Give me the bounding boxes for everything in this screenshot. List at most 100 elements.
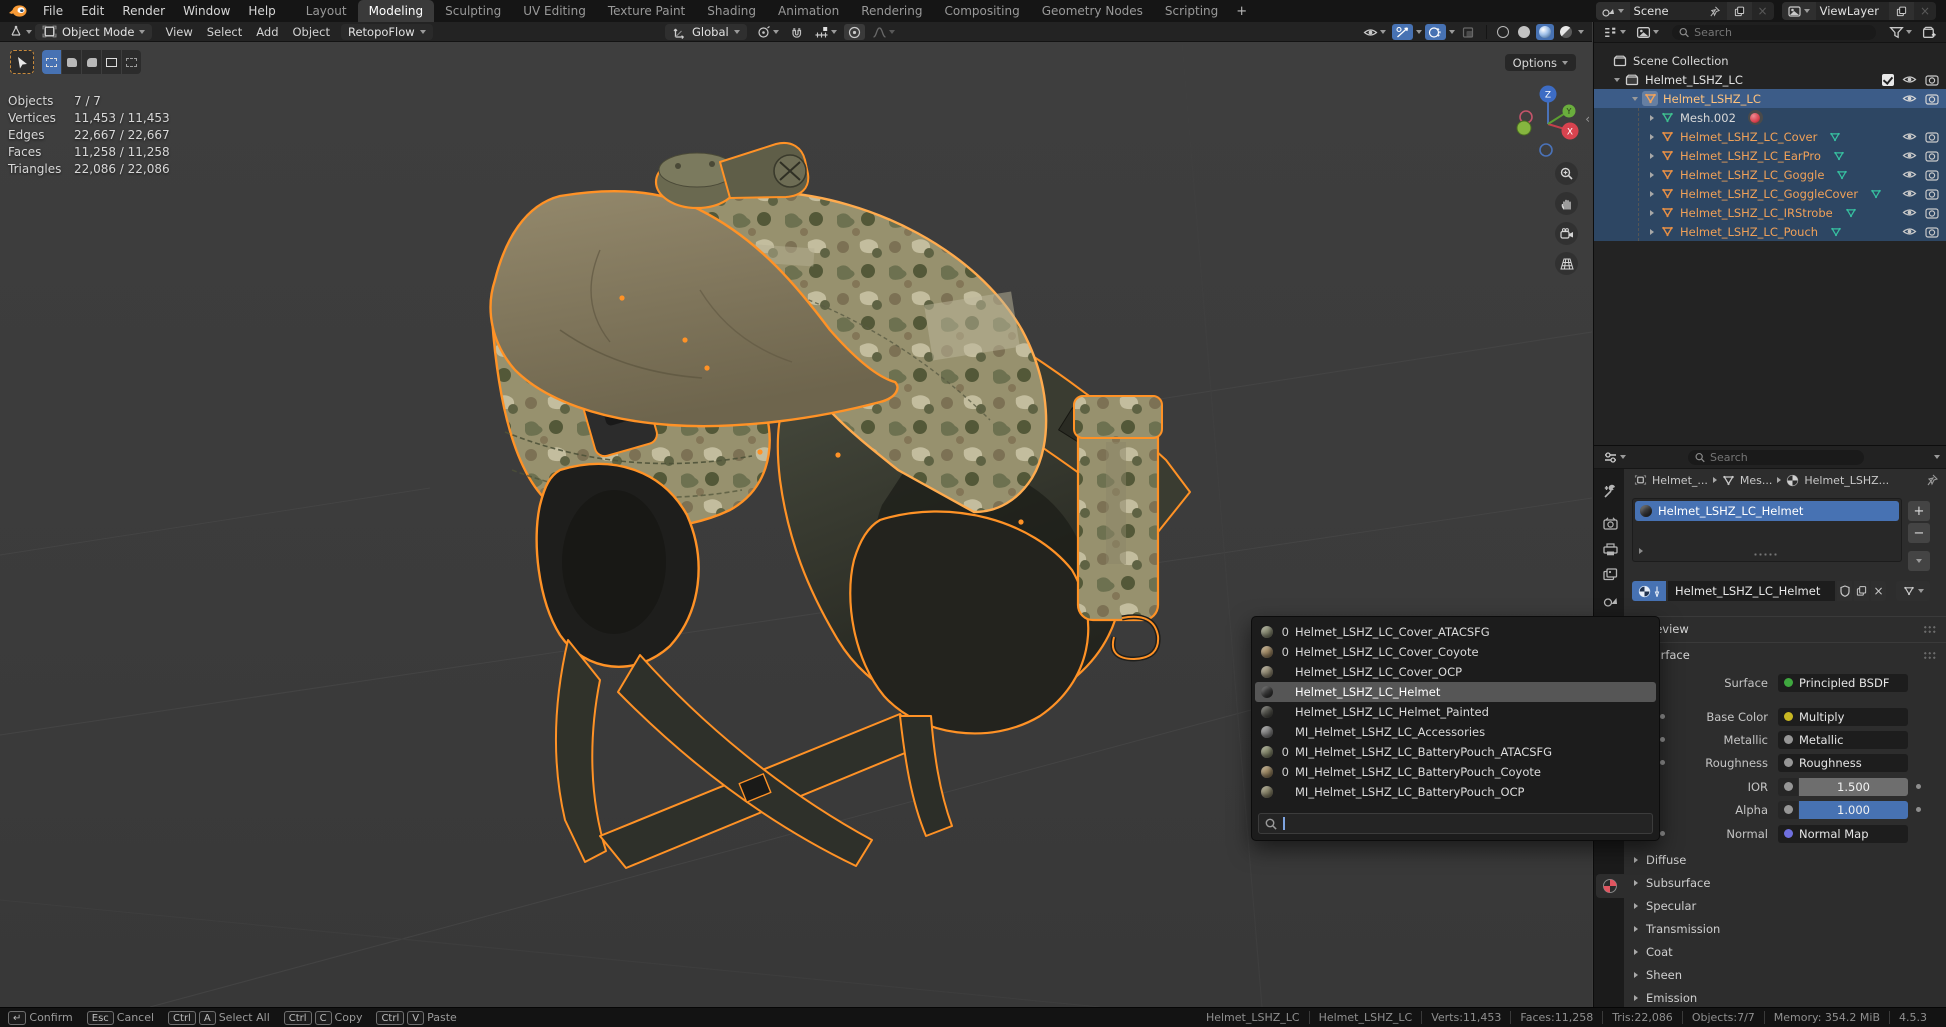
camera-visibility-icon[interactable]	[1925, 188, 1939, 200]
zoom-button[interactable]	[1555, 162, 1578, 185]
scene-browse-button[interactable]	[1596, 2, 1630, 20]
select-mode-extend-button[interactable]	[62, 50, 81, 74]
camera-visibility-icon[interactable]	[1925, 169, 1939, 181]
collapsed-chevron-icon[interactable]	[1650, 172, 1654, 178]
outliner-row-scene-collection[interactable]: Scene Collection	[1594, 51, 1946, 70]
outliner-item-label[interactable]: Helmet_LSHZ_LC_Cover	[1680, 130, 1817, 144]
breadcrumb-mesh[interactable]: Mes...	[1740, 474, 1772, 487]
tab-geometry-nodes[interactable]: Geometry Nodes	[1031, 0, 1154, 22]
menu-window[interactable]: Window	[174, 0, 239, 22]
viewlayer-browse-button[interactable]	[1782, 2, 1816, 20]
hide-eye-icon[interactable]	[1902, 131, 1917, 142]
camera-view-button[interactable]	[1555, 222, 1578, 245]
properties-search-input[interactable]	[1710, 451, 1857, 464]
camera-visibility-icon[interactable]	[1925, 93, 1939, 105]
shading-rendered-button[interactable]	[1557, 24, 1575, 40]
normal-field[interactable]: Normal Map	[1778, 825, 1908, 843]
new-collection-button[interactable]	[1919, 24, 1940, 40]
breadcrumb-material[interactable]: Helmet_LSHZ...	[1804, 474, 1889, 487]
collapsed-chevron-icon[interactable]	[1650, 115, 1654, 121]
outliner-search-input[interactable]	[1694, 26, 1869, 39]
menu-object[interactable]: Object	[286, 25, 337, 39]
pan-button[interactable]	[1555, 192, 1578, 215]
tab-scene[interactable]	[1596, 588, 1624, 612]
snap-toggle[interactable]	[786, 24, 807, 40]
outliner-item-label[interactable]: Helmet_LSHZ_LC	[1663, 92, 1761, 106]
collapsed-chevron-icon[interactable]	[1650, 134, 1654, 140]
tab-shading[interactable]: Shading	[696, 0, 767, 22]
tab-uv-editing[interactable]: UV Editing	[512, 0, 597, 22]
select-mode-intersect-button[interactable]	[122, 50, 141, 74]
section-diffuse[interactable]: Diffuse	[1634, 850, 1686, 869]
popup-item[interactable]: 0MI_Helmet_LSHZ_LC_BatteryPouch_Coyote	[1255, 762, 1656, 782]
collection-checkbox[interactable]	[1882, 74, 1894, 86]
camera-visibility-icon[interactable]	[1925, 226, 1939, 238]
collapsed-chevron-icon[interactable]	[1650, 191, 1654, 197]
material-link-dropdown[interactable]	[1896, 581, 1930, 601]
scene-copy-button[interactable]	[1727, 2, 1752, 20]
menu-render[interactable]: Render	[113, 0, 174, 22]
outliner-item-label[interactable]: Helmet_LSHZ_LC_GoggleCover	[1680, 187, 1858, 201]
unlink-material-button[interactable]: ×	[1871, 581, 1886, 601]
gizmos-toggle[interactable]	[1392, 24, 1413, 40]
remove-slot-button[interactable]: −	[1908, 523, 1930, 543]
expand-chevron-icon[interactable]	[1632, 97, 1638, 101]
section-coat[interactable]: Coat	[1634, 942, 1673, 961]
camera-visibility-icon[interactable]	[1925, 207, 1939, 219]
material-slot-list[interactable]: Helmet_LSHZ_LC_Helmet	[1632, 498, 1902, 562]
tab-view-layer[interactable]	[1596, 562, 1624, 586]
outliner-item-label[interactable]: Mesh.002	[1680, 111, 1736, 125]
decorator-dot[interactable]	[1916, 807, 1921, 812]
tab-output[interactable]	[1596, 537, 1624, 561]
roughness-field[interactable]: Roughness	[1778, 754, 1908, 772]
menu-help[interactable]: Help	[239, 0, 284, 22]
tab-layout[interactable]: Layout	[295, 0, 358, 22]
mode-dropdown[interactable]: Object Mode	[35, 24, 152, 40]
hide-eye-icon[interactable]	[1902, 169, 1917, 180]
section-transmission[interactable]: Transmission	[1634, 919, 1720, 938]
pivot-point-dropdown[interactable]	[753, 24, 782, 40]
popup-item[interactable]: 0MI_Helmet_LSHZ_LC_BatteryPouch_ATACSFG	[1255, 742, 1656, 762]
shading-material-button[interactable]	[1536, 24, 1554, 40]
proportional-editing-toggle[interactable]	[844, 24, 865, 40]
outliner-row-goggle[interactable]: Helmet_LSHZ_LC_Goggle	[1594, 165, 1946, 184]
expand-chevron-icon[interactable]	[1614, 78, 1620, 82]
popup-item[interactable]: Helmet_LSHZ_LC_Helmet_Painted	[1255, 702, 1656, 722]
camera-visibility-icon[interactable]	[1925, 131, 1939, 143]
popup-search-field[interactable]	[1258, 813, 1653, 834]
perspective-toggle-button[interactable]	[1555, 252, 1578, 275]
outliner-row-earpro[interactable]: Helmet_LSHZ_LC_EarPro	[1594, 146, 1946, 165]
preview-section-header[interactable]: Preview	[1624, 616, 1946, 640]
metallic-field[interactable]: Metallic	[1778, 731, 1908, 749]
section-subsurface[interactable]: Subsurface	[1634, 873, 1710, 892]
tab-modeling[interactable]: Modeling	[358, 0, 435, 22]
popup-item[interactable]: MI_Helmet_LSHZ_LC_Accessories	[1255, 722, 1656, 742]
ior-slider[interactable]: 1.500	[1799, 778, 1908, 796]
collapsed-chevron-icon[interactable]	[1650, 153, 1654, 159]
alpha-socket-button[interactable]	[1778, 801, 1798, 819]
section-emission[interactable]: Emission	[1634, 988, 1697, 1007]
base-color-field[interactable]: Multiply	[1778, 708, 1908, 726]
outliner-item-label[interactable]: Helmet_LSHZ_LC_IRStrobe	[1680, 206, 1833, 220]
outliner-display-mode-dropdown[interactable]	[1600, 24, 1629, 40]
surface-section-header[interactable]: Surface	[1624, 642, 1946, 666]
orientation-dropdown[interactable]: Global	[665, 24, 747, 40]
object-visibility-dropdown[interactable]	[1360, 24, 1389, 40]
overlays-toggle[interactable]	[1425, 24, 1446, 40]
outliner-item-label[interactable]: Helmet_LSHZ_LC_Pouch	[1680, 225, 1818, 239]
gizmo-z-axis[interactable]: Z	[1545, 91, 1551, 101]
properties-search[interactable]	[1688, 450, 1864, 465]
hide-eye-icon[interactable]	[1902, 150, 1917, 161]
sidebar-collapse-chevron[interactable]: ‹	[1585, 112, 1590, 126]
outliner-row-irstrobe[interactable]: Helmet_LSHZ_LC_IRStrobe	[1594, 203, 1946, 222]
shading-solid-button[interactable]	[1515, 24, 1533, 40]
menu-add[interactable]: Add	[249, 25, 285, 39]
hide-eye-icon[interactable]	[1902, 188, 1917, 199]
popup-item[interactable]: 0Helmet_LSHZ_LC_Cover_ATACSFG	[1255, 622, 1656, 642]
tab-compositing[interactable]: Compositing	[933, 0, 1030, 22]
material-preview-icon[interactable]	[1748, 110, 1763, 125]
tab-render[interactable]	[1596, 511, 1624, 535]
surface-shader-field[interactable]: Principled BSDF	[1778, 674, 1908, 692]
fake-user-button[interactable]	[1837, 581, 1852, 601]
section-sheen[interactable]: Sheen	[1634, 965, 1682, 984]
